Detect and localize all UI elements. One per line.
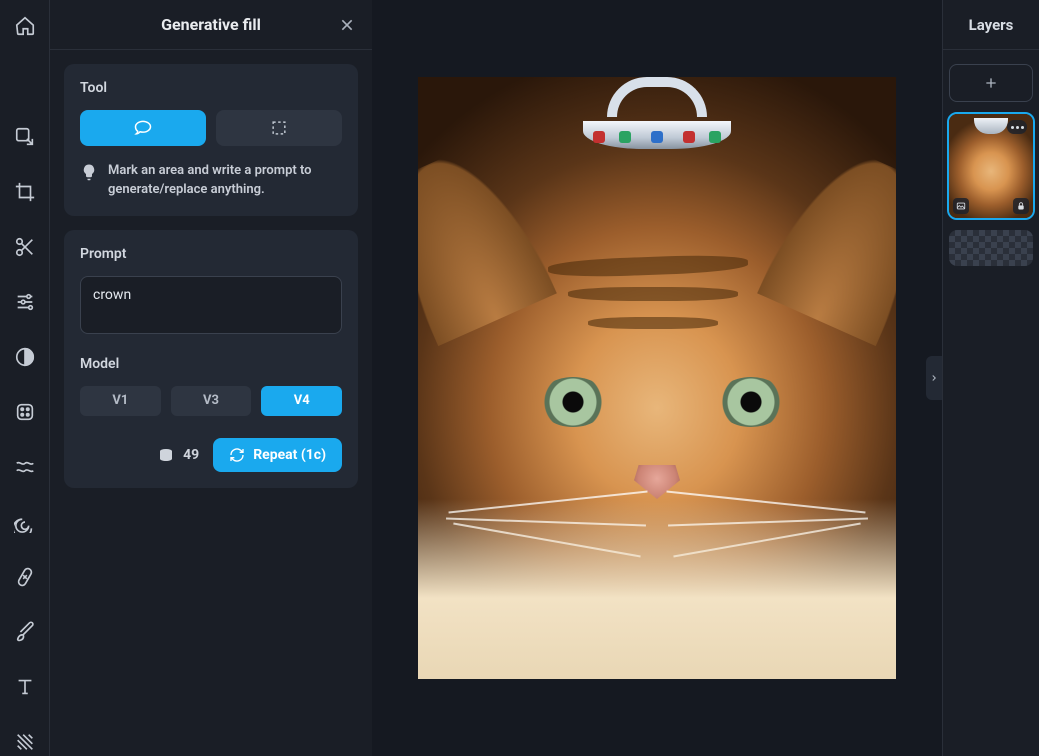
canvas-image[interactable] bbox=[418, 77, 896, 679]
cut-icon[interactable] bbox=[11, 234, 39, 261]
tool-marquee[interactable] bbox=[216, 110, 342, 146]
credits-icon bbox=[157, 446, 175, 464]
lightbulb-icon bbox=[80, 163, 98, 181]
heal-icon[interactable] bbox=[11, 564, 39, 591]
canvas[interactable] bbox=[372, 0, 942, 756]
layer-options-icon[interactable] bbox=[1007, 120, 1027, 134]
icon-sidebar bbox=[0, 0, 50, 756]
texture-icon[interactable] bbox=[11, 729, 39, 756]
text-icon[interactable] bbox=[11, 674, 39, 701]
model-v3[interactable]: V3 bbox=[171, 386, 252, 416]
tool-card: Tool Mark an area and write a prompt to … bbox=[64, 64, 358, 216]
home-icon[interactable] bbox=[11, 12, 39, 39]
prompt-label: Prompt bbox=[80, 246, 342, 262]
tool-tip: Mark an area and write a prompt to gener… bbox=[80, 162, 342, 200]
panel-header: Generative fill bbox=[50, 0, 372, 50]
layer-image-icon bbox=[953, 198, 969, 214]
panel-title: Generative fill bbox=[161, 15, 261, 34]
model-label: Model bbox=[80, 356, 342, 372]
crown-overlay bbox=[577, 77, 737, 149]
layers-title: Layers bbox=[943, 0, 1039, 50]
left-panel: Generative fill Tool Mark an area and wr… bbox=[50, 0, 372, 756]
layer-background[interactable] bbox=[949, 230, 1033, 266]
tip-text: Mark an area and write a prompt to gener… bbox=[108, 162, 342, 200]
model-v4[interactable]: V4 bbox=[261, 386, 342, 416]
add-layer-button[interactable] bbox=[949, 64, 1033, 102]
select-icon[interactable] bbox=[11, 124, 39, 151]
repeat-label: Repeat (1c) bbox=[253, 447, 326, 463]
model-v1[interactable]: V1 bbox=[80, 386, 161, 416]
prompt-card: Prompt Model V1 V3 V4 49 Repeat (1c) bbox=[64, 230, 358, 488]
credits-display: 49 bbox=[157, 446, 199, 464]
layer-lock-icon[interactable] bbox=[1013, 198, 1029, 214]
filter-icon[interactable] bbox=[11, 399, 39, 426]
layer-1[interactable] bbox=[949, 114, 1033, 218]
layers-panel: Layers bbox=[942, 0, 1039, 756]
contrast-icon[interactable] bbox=[11, 344, 39, 371]
close-icon[interactable] bbox=[336, 14, 358, 36]
crop-icon[interactable] bbox=[11, 179, 39, 206]
brush-icon[interactable] bbox=[11, 619, 39, 646]
repeat-icon bbox=[229, 447, 245, 463]
adjust-icon[interactable] bbox=[11, 289, 39, 316]
tool-lasso[interactable] bbox=[80, 110, 206, 146]
spiral-icon[interactable] bbox=[11, 509, 39, 536]
liquify-icon[interactable] bbox=[11, 454, 39, 481]
prompt-input[interactable] bbox=[80, 276, 342, 334]
tool-label: Tool bbox=[80, 80, 342, 96]
credits-value: 49 bbox=[183, 447, 199, 463]
expand-handle[interactable] bbox=[926, 356, 942, 400]
repeat-button[interactable]: Repeat (1c) bbox=[213, 438, 342, 472]
